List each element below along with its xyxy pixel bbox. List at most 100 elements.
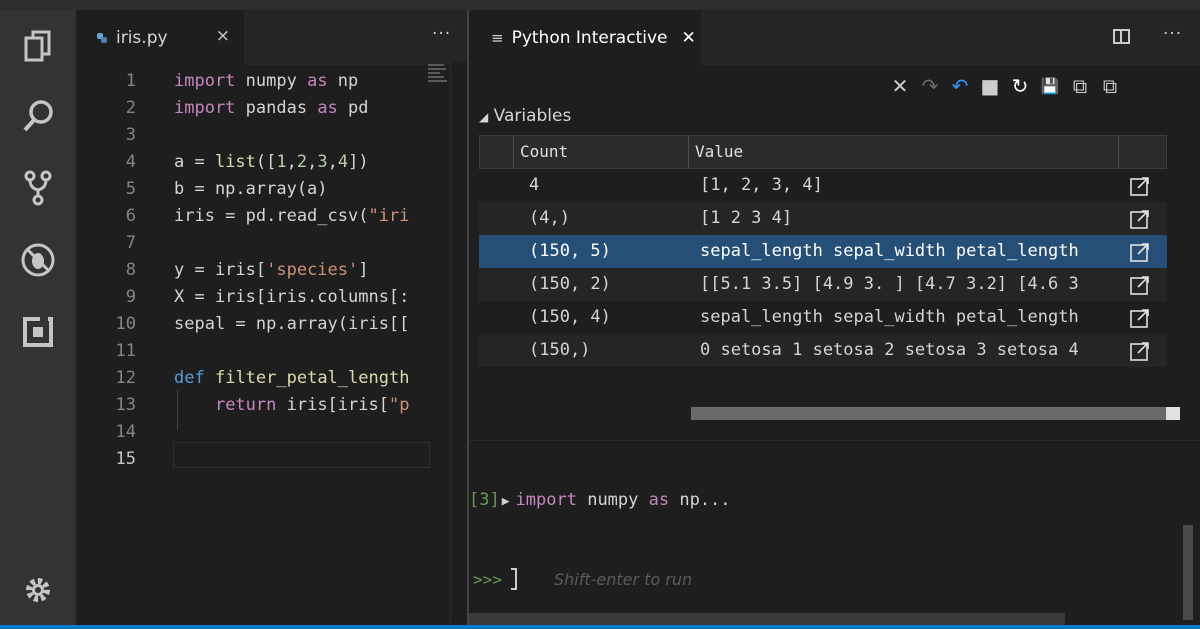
code-token: ] [358,260,369,280]
column-header-value[interactable]: Value [689,136,1119,168]
minimap[interactable] [426,62,450,622]
input-prompt: >>> [473,570,502,589]
code-token: "iri [368,206,410,226]
python-file-icon [97,32,107,43]
input-cursor [511,568,517,590]
variable-row[interactable]: (150,) 0 setosa 1 setosa 2 setosa 3 setos… [479,334,1167,367]
line-number: 4 [125,152,136,172]
code-text: y = iris['species'] [174,257,369,284]
code-token: iris[iris[ [276,395,389,415]
code-token: import [174,98,236,118]
tab-iris-py[interactable]: iris.py × [76,10,244,65]
variables-horizontal-scrollbar[interactable] [691,407,1167,420]
grid-header: Count Value [479,135,1167,169]
line-number: 2 [125,98,136,118]
save-icon[interactable]: 💾 [1035,71,1065,101]
current-line-highlight [173,442,430,468]
variable-value: sepal_length sepal_width petal_length [700,307,1079,327]
variable-row[interactable]: (4,) [1 2 3 4] [479,202,1167,235]
undo-icon[interactable]: ↶ [945,71,975,101]
column-header-count[interactable]: Count [514,136,689,168]
redo-icon[interactable]: ↷ [915,71,945,101]
cell-code-token: import [515,490,588,510]
line-number: 3 [125,125,136,145]
pane-more-actions-icon[interactable]: ··· [1163,24,1182,44]
variables-header[interactable]: ◢ Variables [479,106,571,126]
restart-icon[interactable]: ↻ [1005,71,1035,101]
code-text: return iris[iris["p [174,392,410,419]
source-control-icon[interactable] [18,168,58,208]
stop-icon[interactable]: ■ [975,71,1005,101]
editor-tab-bar: iris.py × ··· [76,10,468,65]
expand-cell-icon[interactable]: ▶ [502,494,510,509]
explorer-icon[interactable] [18,26,58,66]
pane-vertical-scrollbar[interactable] [1183,525,1193,620]
open-in-data-viewer-icon[interactable] [1129,307,1151,329]
scrollbar-end-button[interactable] [1166,407,1180,420]
variable-row[interactable]: (150, 2) [[5.1 3.5] [4.9 3. ] [4.7 3.2] [… [479,268,1167,301]
line-number: 11 [115,341,136,361]
line-number: 6 [125,206,136,226]
variable-count: (150,) [529,340,591,360]
cell-code: import numpy as np... [516,490,731,510]
split-editor-icon[interactable] [1113,29,1130,44]
search-icon[interactable] [18,96,58,136]
code-token: return [214,395,277,415]
code-text: import pandas as pd [174,95,369,122]
code-token: numpy [235,71,308,91]
tab-title: Python Interactive [511,27,668,48]
collapse-all-icon[interactable]: ⧉ [1065,71,1095,101]
code-token: y = iris[ [174,260,267,280]
close-tab-icon[interactable]: ✕ [681,28,695,48]
clear-icon[interactable]: ✕ [885,71,915,101]
variable-row[interactable]: (150, 5) sepal_length sepal_width petal_l… [479,235,1167,268]
code-token: pandas [235,98,318,118]
input-placeholder: Shift-enter to run [554,570,693,589]
code-text: sepal = np.array(iris[[ [174,311,409,338]
open-in-data-viewer-icon[interactable] [1129,340,1151,362]
input-box[interactable]: >>> Shift-enter to run [469,566,1200,596]
settings-gear-icon[interactable] [18,570,58,610]
code-token: def [174,368,205,388]
open-in-data-viewer-icon[interactable] [1129,274,1151,296]
code-token: , [327,152,338,172]
line-number: 10 [115,314,136,334]
code-token: "p [388,395,410,415]
variable-row[interactable]: (150, 4) sepal_length sepal_width petal_l… [479,301,1167,334]
open-in-data-viewer-icon[interactable] [1129,175,1151,197]
indent-guide [177,390,178,430]
variable-count: (4,) [529,208,570,228]
variable-count: (150, 2) [529,274,611,294]
open-in-data-viewer-icon[interactable] [1129,208,1151,230]
extensions-icon[interactable] [18,312,58,352]
editor-more-actions-icon[interactable]: ··· [432,24,451,44]
line-number: 13 [115,395,136,415]
debug-icon[interactable] [18,240,58,280]
activity-bar [0,10,76,625]
code-token: X = iris[iris.columns[: [174,287,410,307]
code-token: iris = pd.read_csv( [174,206,369,226]
pane-horizontal-scrollbar[interactable] [469,613,1065,625]
code-text: import numpy as np [174,68,358,95]
variable-count: 4 [529,175,540,195]
executed-cell[interactable]: [3] ▶ import numpy as np... [469,490,731,510]
expand-all-icon[interactable]: ⧉ [1095,71,1125,101]
code-token: as [307,71,328,91]
code-token: 1 [276,152,287,172]
code-text: X = iris[iris.columns[: [174,284,409,311]
code-area[interactable]: 1 import numpy as np 2 import pandas as pd 3… [76,62,426,622]
code-token: 'species' [266,260,359,280]
close-tab-icon[interactable]: × [216,26,230,46]
line-number: 8 [125,260,136,280]
tab-python-interactive[interactable]: ≡ Python Interactive ✕ [469,10,701,65]
variable-count: (150, 4) [529,307,611,327]
open-in-data-viewer-icon[interactable] [1129,241,1151,263]
code-text: b = np.array(a) [174,176,328,203]
variable-value: [1 2 3 4] [700,208,793,228]
variable-row[interactable]: 4 [1, 2, 3, 4] [479,169,1167,202]
cell-code-token: np... [679,490,731,510]
code-text: iris = pd.read_csv("iri [174,203,409,230]
variable-value: [1, 2, 3, 4] [700,175,823,195]
code-token: pd [337,98,369,118]
